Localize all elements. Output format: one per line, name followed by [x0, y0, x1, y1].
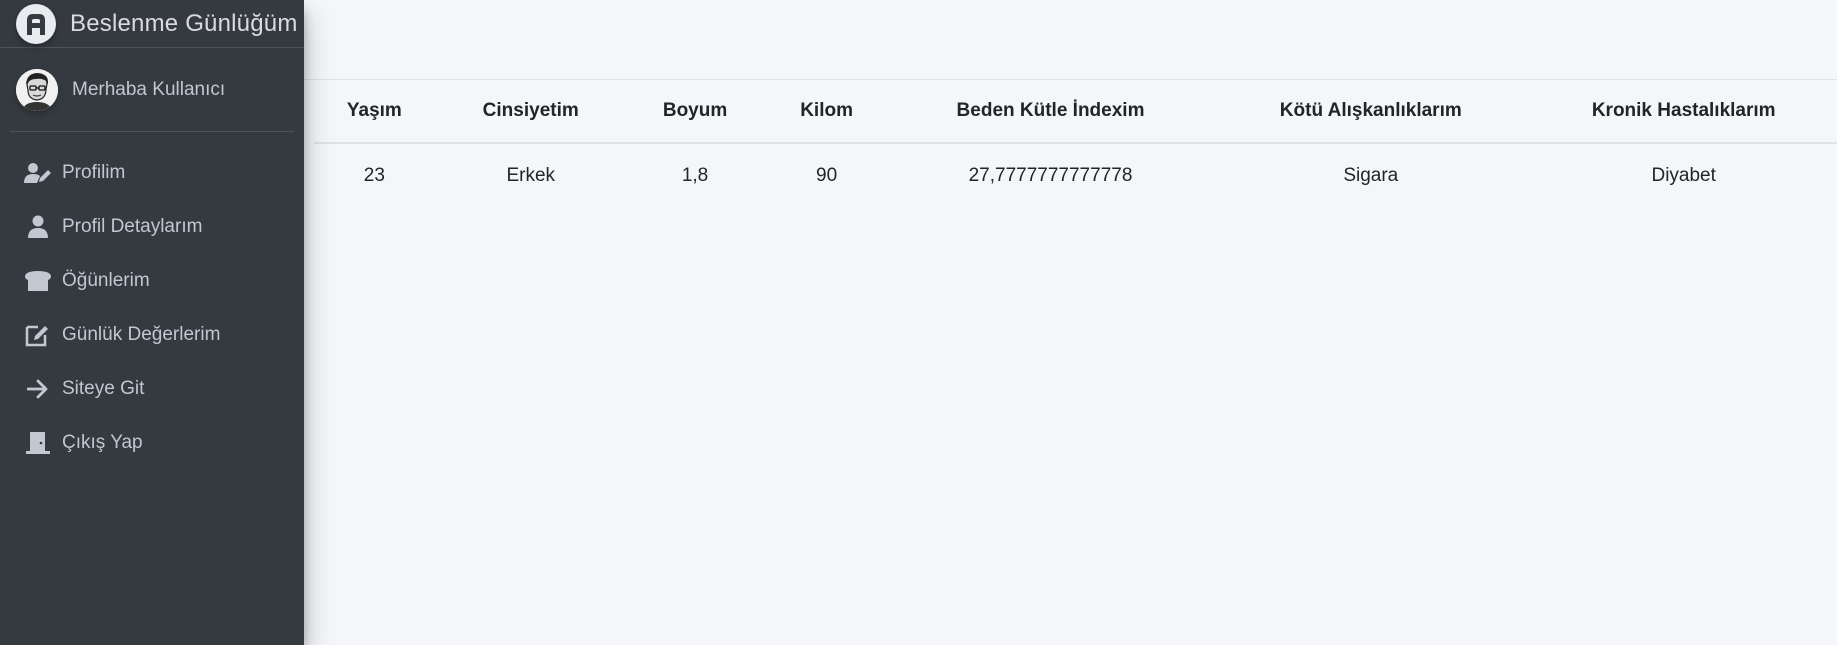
- table-row: 23 Erkek 1,8 90 27,7777777777778 Sigara …: [314, 143, 1837, 208]
- cell-cinsiyet: Erkek: [506, 165, 556, 186]
- cell-beden-kutle-indexi: 27,7777777777778: [968, 165, 1133, 186]
- user-icon: [23, 214, 53, 240]
- column-header-boyum: Boyum: [626, 80, 764, 144]
- column-header-kotu-aliskanliklarim: Kötü Alışkanlıklarım: [1211, 80, 1531, 144]
- sidebar-item-ogunlerim[interactable]: Öğünlerim: [8, 258, 296, 304]
- brand-logo-icon: [16, 3, 56, 44]
- column-header-yasim: Yaşım: [314, 80, 435, 144]
- door-exit-icon: [23, 430, 53, 456]
- sidebar-item-label: Öğünlerim: [62, 270, 150, 291]
- sidebar-item-gunluk-degerlerim[interactable]: Günlük Değerlerim: [8, 312, 296, 358]
- sidebar-item-label: Günlük Değerlerim: [62, 324, 221, 345]
- cell-kotu-aliskanlik: Sigara: [1343, 165, 1399, 186]
- brand-name: Beslenme Günlüğüm: [70, 9, 298, 37]
- brand-link[interactable]: Beslenme Günlüğüm: [0, 0, 304, 48]
- main-content: Yaşım Cinsiyetim Boyum Kilom Beden Kütle…: [304, 0, 1837, 645]
- sidebar-nav: Profilim Profil Detaylarım Öğünlerim Gün…: [0, 132, 304, 466]
- sidebar-item-profilim[interactable]: Profilim: [8, 150, 296, 196]
- content-header: [304, 0, 1837, 80]
- column-header-kronik-hastaliklarim: Kronik Hastalıklarım: [1530, 80, 1837, 144]
- edit-icon: [23, 322, 53, 348]
- profile-table: Yaşım Cinsiyetim Boyum Kilom Beden Kütle…: [314, 80, 1837, 208]
- arrow-right-icon: [23, 376, 53, 402]
- column-header-beden-kutle-indexim: Beden Kütle İndexim: [889, 80, 1212, 144]
- user-panel: Merhaba Kullanıcı: [10, 48, 294, 132]
- sidebar-item-label: Çıkış Yap: [62, 432, 143, 453]
- table-header-row: Yaşım Cinsiyetim Boyum Kilom Beden Kütle…: [314, 80, 1837, 144]
- bread-icon: [23, 268, 53, 294]
- sidebar-item-label: Profilim: [62, 162, 126, 183]
- sidebar-item-label: Profil Detaylarım: [62, 216, 203, 237]
- sidebar-item-label: Siteye Git: [62, 378, 145, 399]
- cell-kilo: 90: [816, 165, 838, 186]
- cell-kronik-hastalik: Diyabet: [1651, 165, 1716, 186]
- sidebar-item-profil-detaylarim[interactable]: Profil Detaylarım: [8, 204, 296, 250]
- sidebar: Beslenme Günlüğüm Merhaba Kullanıcı Prof…: [0, 0, 304, 645]
- user-greeting[interactable]: Merhaba Kullanıcı: [72, 79, 225, 101]
- sidebar-item-cikis-yap[interactable]: Çıkış Yap: [8, 420, 296, 466]
- column-header-cinsiyetim: Cinsiyetim: [434, 80, 627, 144]
- user-edit-icon: [23, 160, 53, 186]
- cell-boy: 1,8: [681, 165, 709, 186]
- user-avatar[interactable]: [16, 68, 58, 111]
- column-header-kilom: Kilom: [763, 80, 890, 144]
- cell-yas: 23: [363, 165, 385, 186]
- sidebar-item-siteye-git[interactable]: Siteye Git: [8, 366, 296, 412]
